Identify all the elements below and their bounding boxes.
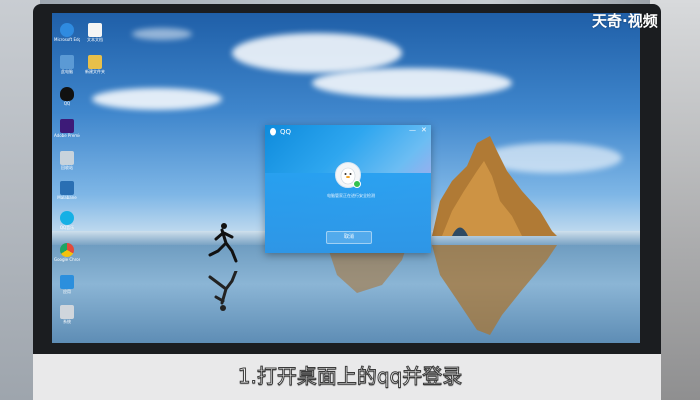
premiere-icon bbox=[60, 119, 74, 133]
rock-island bbox=[432, 136, 557, 236]
document-icon bbox=[88, 23, 102, 37]
close-button[interactable]: ✕ bbox=[421, 126, 427, 134]
desktop-icon-system[interactable]: 系统 bbox=[54, 305, 80, 324]
system-icon bbox=[60, 305, 74, 319]
rock-reflection bbox=[432, 245, 557, 335]
runner-reflection bbox=[208, 271, 238, 311]
music-icon bbox=[60, 211, 74, 225]
desktop-icon-music[interactable]: QQ音乐 bbox=[54, 211, 80, 230]
desktop-icon-edge[interactable]: Microsoft Edge bbox=[54, 23, 80, 42]
qq-login-window[interactable]: QQ — ✕ 电脑管家正在进行安全检测 取消 bbox=[265, 125, 431, 253]
qq-window-title: QQ bbox=[280, 128, 292, 136]
qq-status-message: 电脑管家正在进行安全检测 bbox=[327, 193, 375, 198]
desktop-icon-chrome[interactable]: Google Chrome bbox=[54, 243, 80, 262]
cloud bbox=[312, 68, 512, 98]
desktop-icon-store[interactable]: 应用 bbox=[54, 275, 80, 294]
edge-icon bbox=[60, 23, 74, 37]
recycle-bin-icon bbox=[60, 151, 74, 165]
desktop-icon-document[interactable]: 文本文档 bbox=[82, 23, 108, 42]
runner-silhouette bbox=[208, 223, 238, 263]
cancel-login-button[interactable]: 取消 bbox=[326, 231, 372, 244]
cloud bbox=[232, 33, 402, 73]
desktop-icon-qq[interactable]: QQ bbox=[54, 87, 80, 106]
watermark-logo: 天奇·视频 bbox=[592, 12, 658, 30]
qq-logo-icon bbox=[270, 128, 276, 136]
computer-icon bbox=[60, 55, 74, 69]
desktop-icon-premiere[interactable]: Adobe Premiere bbox=[54, 119, 80, 138]
online-status-dot bbox=[353, 180, 361, 188]
shield-icon bbox=[60, 275, 74, 289]
desktop-screen: Microsoft Edge 此电脑 QQ Adobe Premiere 回收站… bbox=[52, 13, 640, 343]
app-icon bbox=[60, 181, 74, 195]
desktop-icon-folder[interactable]: 新建文件夹 bbox=[82, 55, 108, 74]
minimize-button[interactable]: — bbox=[409, 126, 416, 134]
chrome-icon bbox=[60, 243, 74, 257]
cloud bbox=[132, 28, 192, 40]
desktop-icon-computer[interactable]: 此电脑 bbox=[54, 55, 80, 74]
desktop-icon-app[interactable]: Malabane bbox=[54, 181, 80, 200]
desktop-icon-recycle[interactable]: 回收站 bbox=[54, 151, 80, 170]
folder-icon bbox=[88, 55, 102, 69]
step-caption: 1.打开桌面上的qq并登录 bbox=[237, 364, 463, 389]
qq-penguin-icon bbox=[60, 87, 74, 101]
cloud bbox=[92, 88, 222, 110]
